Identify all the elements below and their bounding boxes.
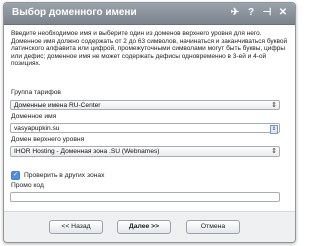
domain-name-input[interactable]: vasyapupkin.su ⇕ <box>10 123 280 134</box>
next-button[interactable]: Далее >> <box>117 220 171 234</box>
check-other-zones-row[interactable]: ✓ Проверить в других зонах <box>11 171 104 180</box>
top-level-domain-label: Домен верхнего уровня <box>11 136 85 143</box>
promo-code-label: Промо код <box>11 182 44 189</box>
dialog-title: Выбор доменного имени <box>12 7 137 18</box>
dropdown-arrow-icon: ⇕ <box>271 148 277 155</box>
pin-icon[interactable]: ✈ <box>229 6 241 20</box>
window-controls: ✈ ? ⊣ ✕ <box>229 6 289 20</box>
domain-selection-dialog: Выбор доменного имени ✈ ? ⊣ ✕ Введите не… <box>3 2 296 243</box>
check-other-zones-label: Проверить в других зонах <box>24 172 105 179</box>
top-level-domain-value: IHOR Hosting - Доменная зона .SU (Webnam… <box>14 148 160 155</box>
dialog-content: Введите необходимое имя и выберите один … <box>4 25 295 212</box>
title-bar: Выбор доменного имени ✈ ? ⊣ ✕ <box>4 3 295 25</box>
dialog-footer: << Назад Далее >> Отмена <box>4 211 295 242</box>
collapse-icon[interactable]: ⊣ <box>261 6 273 20</box>
close-icon[interactable]: ✕ <box>277 6 289 20</box>
cancel-button[interactable]: Отмена <box>186 220 240 234</box>
help-icon[interactable]: ? <box>245 6 257 20</box>
dropdown-arrow-icon: ⇕ <box>271 102 277 109</box>
top-level-domain-select[interactable]: IHOR Hosting - Доменная зона .SU (Webnam… <box>10 146 280 157</box>
domain-name-value: vasyapupkin.su <box>14 125 60 132</box>
intro-text: Введите необходимое имя и выберите один … <box>11 30 288 68</box>
domain-name-label: Доменное имя <box>11 113 57 120</box>
domain-spinner-icon[interactable]: ⇕ <box>270 125 278 134</box>
tariff-group-label: Группа тарифов <box>11 89 61 96</box>
back-button[interactable]: << Назад <box>49 220 103 234</box>
promo-code-input[interactable] <box>10 192 280 202</box>
tariff-group-value: Доменные имена RU-Center <box>14 102 101 109</box>
check-other-zones-checkbox[interactable]: ✓ <box>11 171 20 180</box>
tariff-group-select[interactable]: Доменные имена RU-Center ⇕ <box>10 100 280 110</box>
